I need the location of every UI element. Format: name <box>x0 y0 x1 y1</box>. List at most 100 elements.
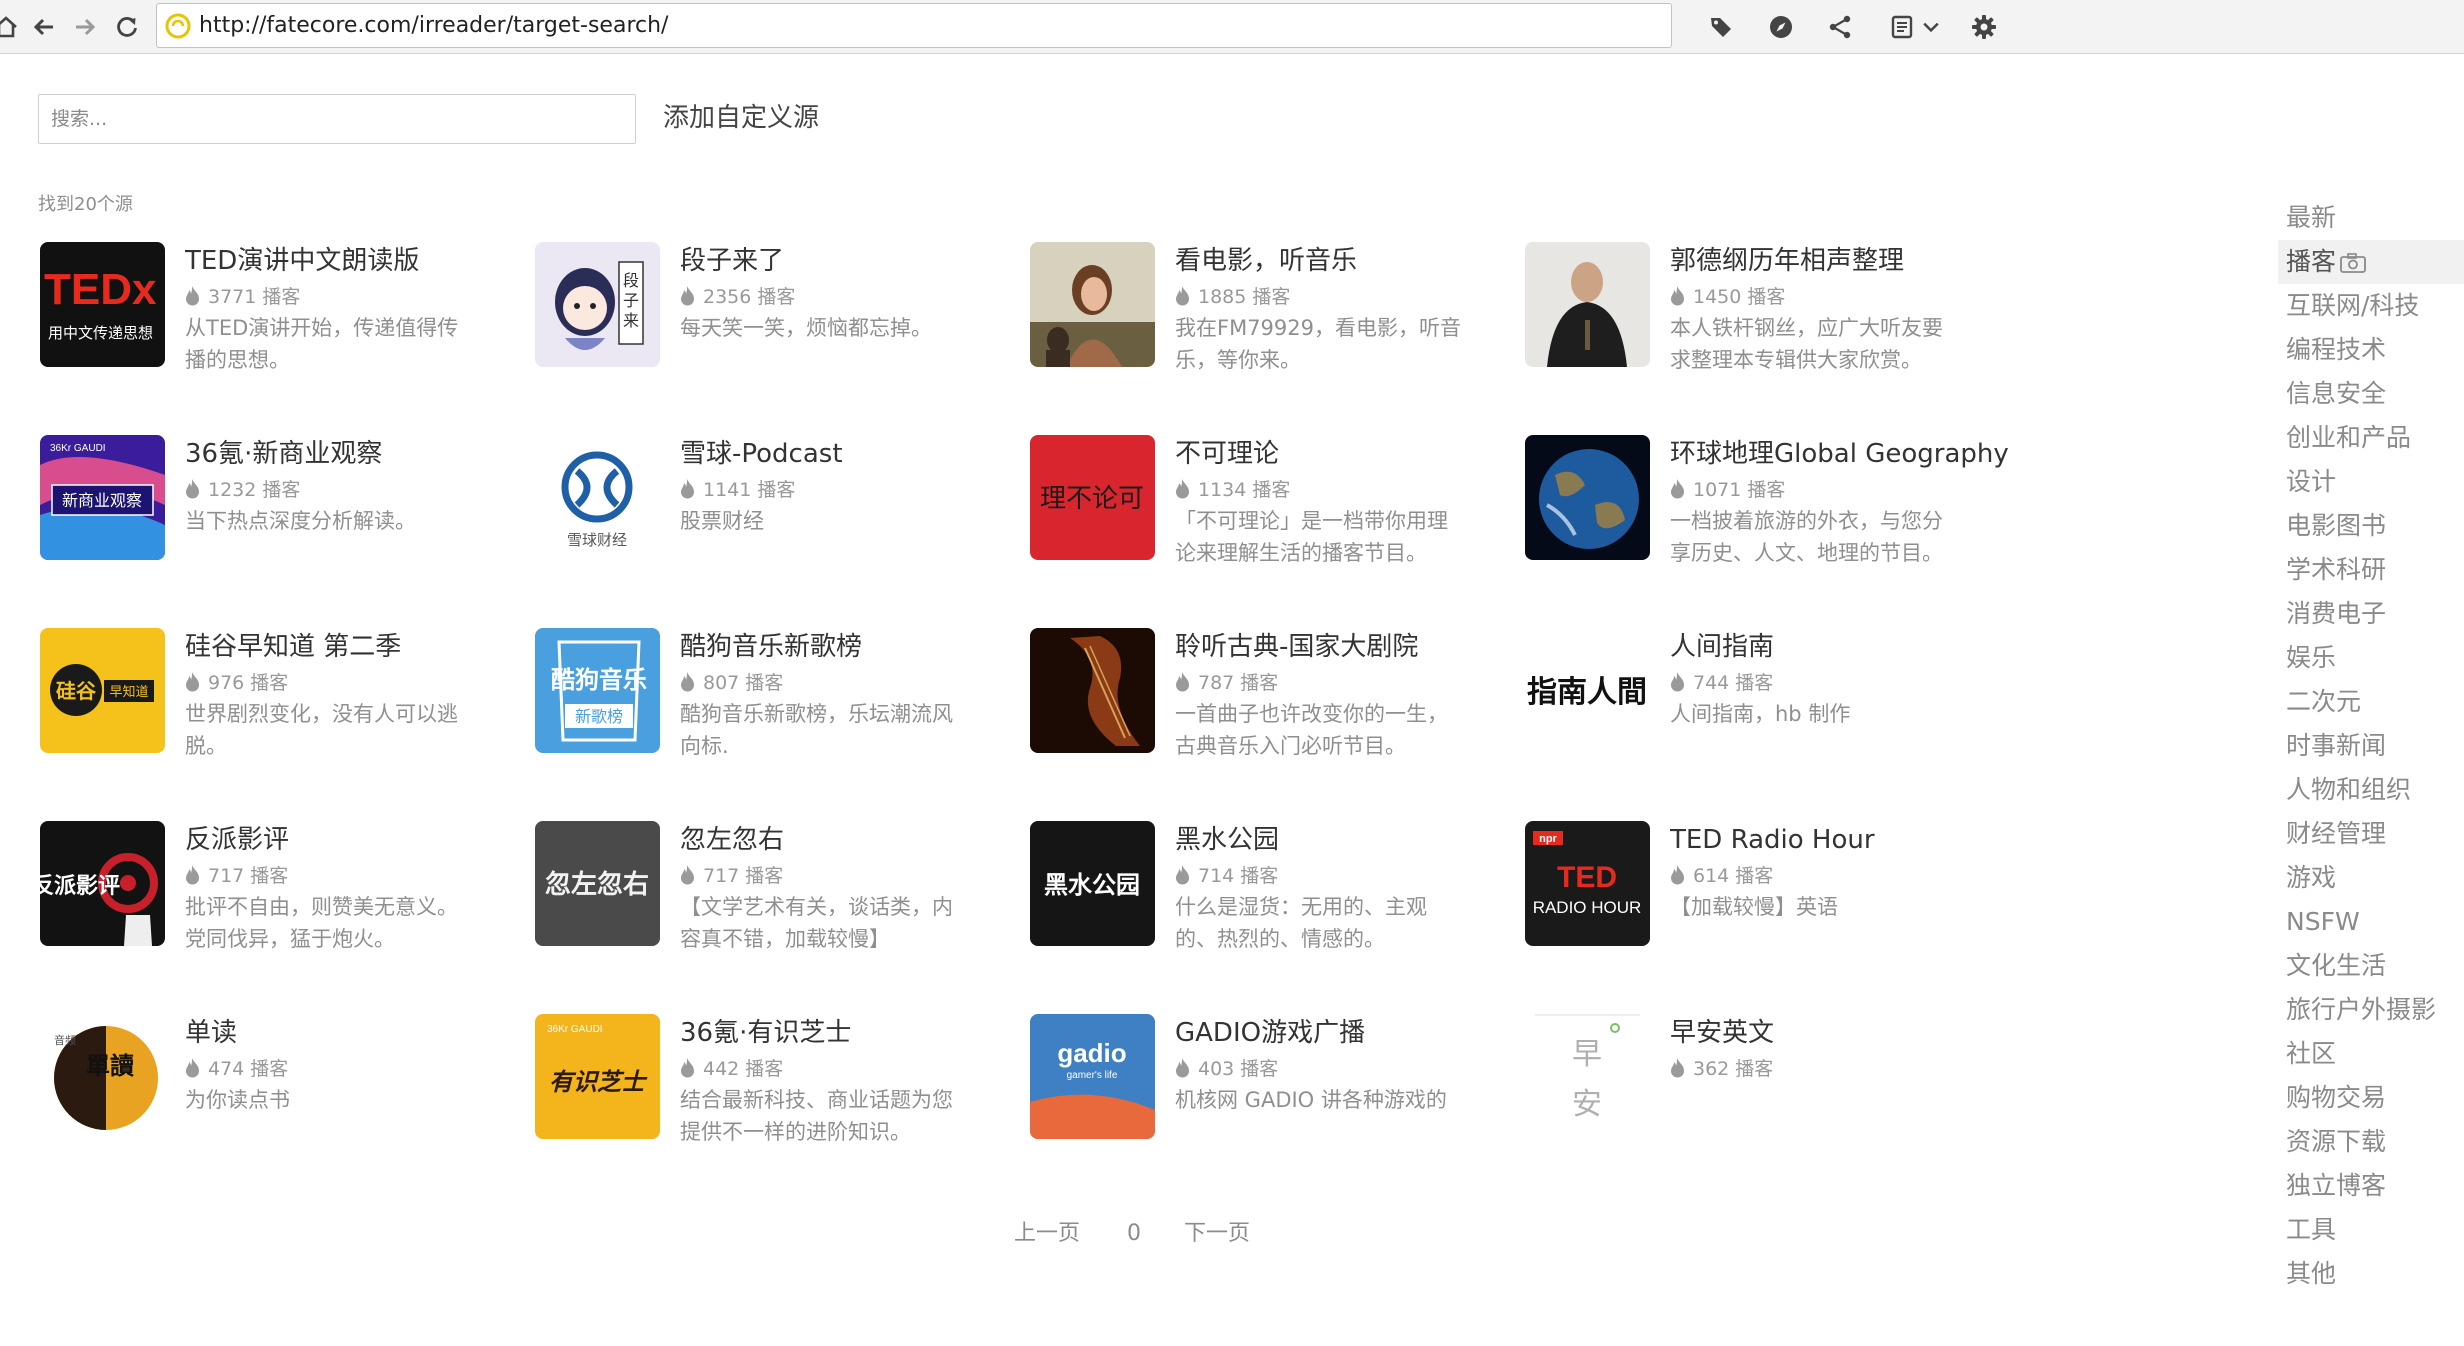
category-people-orgs[interactable]: 人物和组织 <box>2278 768 2464 812</box>
svg-text:有识芝士: 有识芝士 <box>549 1067 648 1096</box>
source-card-gadio[interactable]: gadio gamer's life GADIO游戏广播 403 播客 机核网 … <box>1030 1014 1525 1207</box>
address-bar[interactable]: http://fatecore.com/irreader/target-sear… <box>156 3 1672 48</box>
source-card-zaoan[interactable]: 早 安 早安英文 362 播客 <box>1525 1014 2020 1207</box>
source-title[interactable]: 黑水公园 <box>1175 821 1515 859</box>
source-title[interactable]: 郭德纲历年相声整理 <box>1670 242 2010 280</box>
fire-icon <box>185 1058 200 1078</box>
source-title[interactable]: 段子来了 <box>680 242 1020 280</box>
subscriber-count: 1885 播客 <box>1175 284 1290 310</box>
subscriber-count: 787 播客 <box>1175 670 1278 696</box>
add-custom-source-link[interactable]: 添加自定义源 <box>663 98 819 138</box>
prev-page-link[interactable]: 上一页 <box>1014 1217 1080 1251</box>
category-entertainment[interactable]: 娱乐 <box>2278 636 2464 680</box>
search-input[interactable] <box>38 94 636 144</box>
subscriber-count: 442 播客 <box>680 1056 783 1082</box>
reader-icon[interactable] <box>1884 9 1920 45</box>
source-title[interactable]: 环球地理Global Geography <box>1670 435 2010 473</box>
category-finance[interactable]: 财经管理 <box>2278 812 2464 856</box>
source-title[interactable]: TED演讲中文朗读版 <box>185 242 525 280</box>
category-academic[interactable]: 学术科研 <box>2278 548 2464 592</box>
source-card-dandu[interactable]: 單讀 音频 单读 474 播客 为你读点书 <box>40 1014 535 1207</box>
source-thumbnail <box>1525 435 1650 560</box>
source-card-fanpai[interactable]: 反派影评 反派影评 717 播客 批评不自由，则赞美无意义。党同伐异，猛于炮火。 <box>40 821 535 1014</box>
source-thumbnail <box>1030 628 1155 753</box>
category-design[interactable]: 设计 <box>2278 460 2464 504</box>
page-number: 0 <box>1127 1217 1141 1251</box>
category-acg[interactable]: 二次元 <box>2278 680 2464 724</box>
category-nsfw[interactable]: NSFW <box>2278 900 2464 944</box>
category-culture[interactable]: 文化生活 <box>2278 944 2464 988</box>
source-description: 结合最新科技、商业话题为您提供不一样的进阶知识。 <box>680 1084 970 1148</box>
source-description: 【文学艺术有关，谈话类，内容真不错，加载较慢】 <box>680 891 970 955</box>
chevron-down-icon[interactable] <box>1920 9 1942 45</box>
category-security[interactable]: 信息安全 <box>2278 372 2464 416</box>
source-thumbnail: 雪球财经 <box>535 435 660 560</box>
source-description: 「不可理论」是一档带你用理论来理解生活的播客节目。 <box>1175 505 1465 569</box>
subscriber-count: 1232 播客 <box>185 477 300 503</box>
source-title[interactable]: GADIO游戏广播 <box>1175 1014 1515 1052</box>
source-card-movie-music[interactable]: 看电影，听音乐 1885 播客 我在FM79929，看电影，听音乐，等你来。 <box>1030 242 1525 435</box>
share-icon[interactable] <box>1822 9 1858 45</box>
source-card-global-geography[interactable]: 环球地理Global Geography 1071 播客 一档披着旅游的外衣，与… <box>1525 435 2020 628</box>
category-internet-tech[interactable]: 互联网/科技 <box>2278 284 2464 328</box>
category-games[interactable]: 游戏 <box>2278 856 2464 900</box>
tag-icon[interactable] <box>1703 9 1739 45</box>
category-podcast[interactable]: 播客 <box>2278 240 2464 284</box>
source-title[interactable]: 硅谷早知道 第二季 <box>185 628 525 666</box>
source-card-36kr-cheese[interactable]: 36Kr GAUDI 有识芝士 36氪·有识芝士 442 播客 结合最新科技、商… <box>535 1014 1030 1207</box>
source-thumbnail: 指南人間 <box>1525 628 1650 753</box>
category-travel-photo[interactable]: 旅行户外摄影 <box>2278 988 2464 1032</box>
svg-text:用中文传递思想: 用中文传递思想 <box>48 324 153 342</box>
category-shopping[interactable]: 购物交易 <box>2278 1076 2464 1120</box>
next-page-link[interactable]: 下一页 <box>1184 1217 1250 1251</box>
source-title[interactable]: 聆听古典-国家大剧院 <box>1175 628 1515 666</box>
source-title[interactable]: 看电影，听音乐 <box>1175 242 1515 280</box>
category-tools[interactable]: 工具 <box>2278 1208 2464 1252</box>
source-card-heishui[interactable]: 黑水公园 黑水公园 714 播客 什么是湿货：无用的、主观的、热烈的、情感的。 <box>1030 821 1525 1014</box>
category-indie-blogs[interactable]: 独立博客 <box>2278 1164 2464 1208</box>
reload-icon[interactable] <box>109 9 145 45</box>
source-title[interactable]: 单读 <box>185 1014 525 1052</box>
source-title[interactable]: 人间指南 <box>1670 628 2010 666</box>
source-title[interactable]: 反派影评 <box>185 821 525 859</box>
source-title[interactable]: 忽左忽右 <box>680 821 1020 859</box>
category-movies-books[interactable]: 电影图书 <box>2278 504 2464 548</box>
category-latest[interactable]: 最新 <box>2278 196 2464 240</box>
home-icon[interactable] <box>0 9 24 45</box>
subscriber-count: 976 播客 <box>185 670 288 696</box>
source-card-guodegang[interactable]: 郭德纲历年相声整理 1450 播客 本人铁杆钢丝，应广大听友要求整理本专辑供大家… <box>1525 242 2020 435</box>
source-card-renjian[interactable]: 指南人間 人间指南 744 播客 人间指南，hb 制作 <box>1525 628 2020 821</box>
category-other[interactable]: 其他 <box>2278 1252 2464 1296</box>
category-downloads[interactable]: 资源下载 <box>2278 1120 2464 1164</box>
source-card-kugou[interactable]: 酷狗音乐 新歌榜 酷狗音乐新歌榜 807 播客 酷狗音乐新歌榜，乐坛潮流风向标. <box>535 628 1030 821</box>
source-card-classical[interactable]: 聆听古典-国家大剧院 787 播客 一首曲子也许改变你的一生，古典音乐入门必听节… <box>1030 628 1525 821</box>
source-title[interactable]: 酷狗音乐新歌榜 <box>680 628 1020 666</box>
source-card-huzuohuyou[interactable]: 忽左忽右 忽左忽右 717 播客 【文学艺术有关，谈话类，内容真不错，加载较慢】 <box>535 821 1030 1014</box>
source-title[interactable]: 早安英文 <box>1670 1014 2010 1052</box>
source-description: 世界剧烈变化，没有人可以逃脱。 <box>185 698 475 762</box>
category-community[interactable]: 社区 <box>2278 1032 2464 1076</box>
settings-icon[interactable] <box>1966 9 2002 45</box>
category-news[interactable]: 时事新闻 <box>2278 724 2464 768</box>
source-card-guigu[interactable]: 硅谷 早知道 硅谷早知道 第二季 976 播客 世界剧烈变化，没有人可以逃脱。 <box>40 628 535 821</box>
source-card-36kr-business[interactable]: 36Kr GAUDI 新商业观察 36氪·新商业观察 1232 播客 当下热点深… <box>40 435 535 628</box>
source-thumbnail <box>1525 242 1650 367</box>
source-card-xueqiu[interactable]: 雪球财经 雪球-Podcast 1141 播客 股票财经 <box>535 435 1030 628</box>
source-title[interactable]: 36氪·有识芝士 <box>680 1014 1020 1052</box>
source-title[interactable]: 36氪·新商业观察 <box>185 435 525 473</box>
source-card-ted-chinese[interactable]: TEDx 用中文传递思想 TED演讲中文朗读版 3771 播客 从TED演讲开始… <box>40 242 535 435</box>
source-title[interactable]: 不可理论 <box>1175 435 1515 473</box>
category-electronics[interactable]: 消费电子 <box>2278 592 2464 636</box>
source-card-ted-radio-hour[interactable]: npr TED RADIO HOUR TED Radio Hour 614 播客… <box>1525 821 2020 1014</box>
source-title[interactable]: 雪球-Podcast <box>680 435 1020 473</box>
back-icon[interactable] <box>26 9 62 45</box>
source-description: 人间指南，hb 制作 <box>1670 698 1960 730</box>
source-title[interactable]: TED Radio Hour <box>1670 821 2010 859</box>
forward-icon[interactable] <box>67 9 103 45</box>
category-startup-product[interactable]: 创业和产品 <box>2278 416 2464 460</box>
compass-icon[interactable] <box>1763 9 1799 45</box>
svg-text:36Kr GAUDI: 36Kr GAUDI <box>547 1024 603 1035</box>
source-card-bukelilun[interactable]: 理不论可 不可理论 1134 播客 「不可理论」是一档带你用理论来理解生活的播客… <box>1030 435 1525 628</box>
category-programming[interactable]: 编程技术 <box>2278 328 2464 372</box>
source-card-duanzi[interactable]: 段 子 来 段子来了 2356 播客 每天笑一笑，烦恼都忘掉。 <box>535 242 1030 435</box>
